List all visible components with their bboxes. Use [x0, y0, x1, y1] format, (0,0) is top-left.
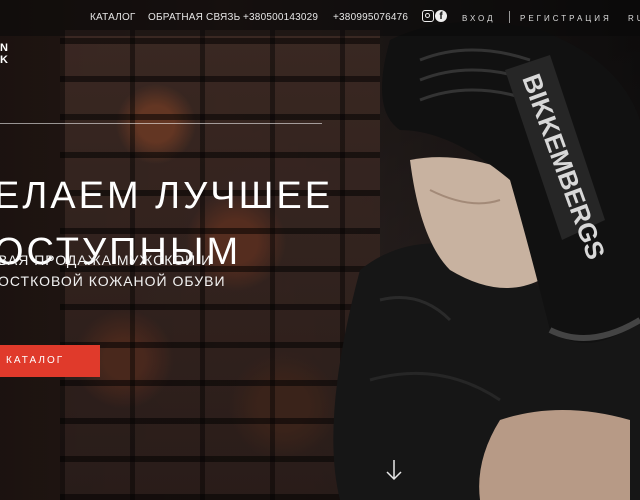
- nav-catalog-link[interactable]: КАТАЛОГ: [90, 12, 136, 23]
- language-switch[interactable]: RU: [628, 14, 640, 23]
- shoe-photo: BIKKEMBERGS: [333, 22, 640, 500]
- register-link[interactable]: РЕГИСТРАЦИЯ: [520, 14, 612, 23]
- subtitle-line1: ВАЯ ПРОДАЖА МУЖСКОЙ И: [0, 252, 213, 268]
- nav-feedback-link[interactable]: ОБРАТНАЯ СВЯЗЬ: [148, 12, 240, 23]
- logo-line1: N: [0, 42, 8, 54]
- brand-logo[interactable]: N K: [0, 42, 8, 66]
- logo-line2: K: [0, 54, 8, 66]
- hero-subtitle: ВАЯ ПРОДАЖА МУЖСКОЙ И ОСТКОВОЙ КОЖАНОЙ О…: [0, 250, 226, 292]
- headline-line1: ЕЛАЕМ ЛУЧШЕЕ: [0, 175, 334, 217]
- nav-divider: [509, 11, 510, 23]
- facebook-icon[interactable]: f: [435, 10, 447, 22]
- nav-phone2-link[interactable]: +380995076476: [333, 12, 408, 23]
- scroll-down-arrow-icon[interactable]: [384, 458, 404, 482]
- catalog-button[interactable]: КАТАЛОГ: [0, 345, 100, 377]
- hero-section: BIKKEMBERGS КАТАЛОГ ОБРАТНАЯ СВЯЗЬ +3805…: [0, 0, 640, 500]
- instagram-icon[interactable]: [422, 10, 434, 22]
- login-link[interactable]: ВХОД: [462, 14, 496, 23]
- nav-phone1-link[interactable]: +380500143029: [243, 12, 318, 23]
- hero-divider: [0, 123, 322, 124]
- top-navigation: КАТАЛОГ ОБРАТНАЯ СВЯЗЬ +380500143029 +38…: [0, 0, 640, 36]
- subtitle-line2: ОСТКОВОЙ КОЖАНОЙ ОБУВИ: [0, 273, 226, 289]
